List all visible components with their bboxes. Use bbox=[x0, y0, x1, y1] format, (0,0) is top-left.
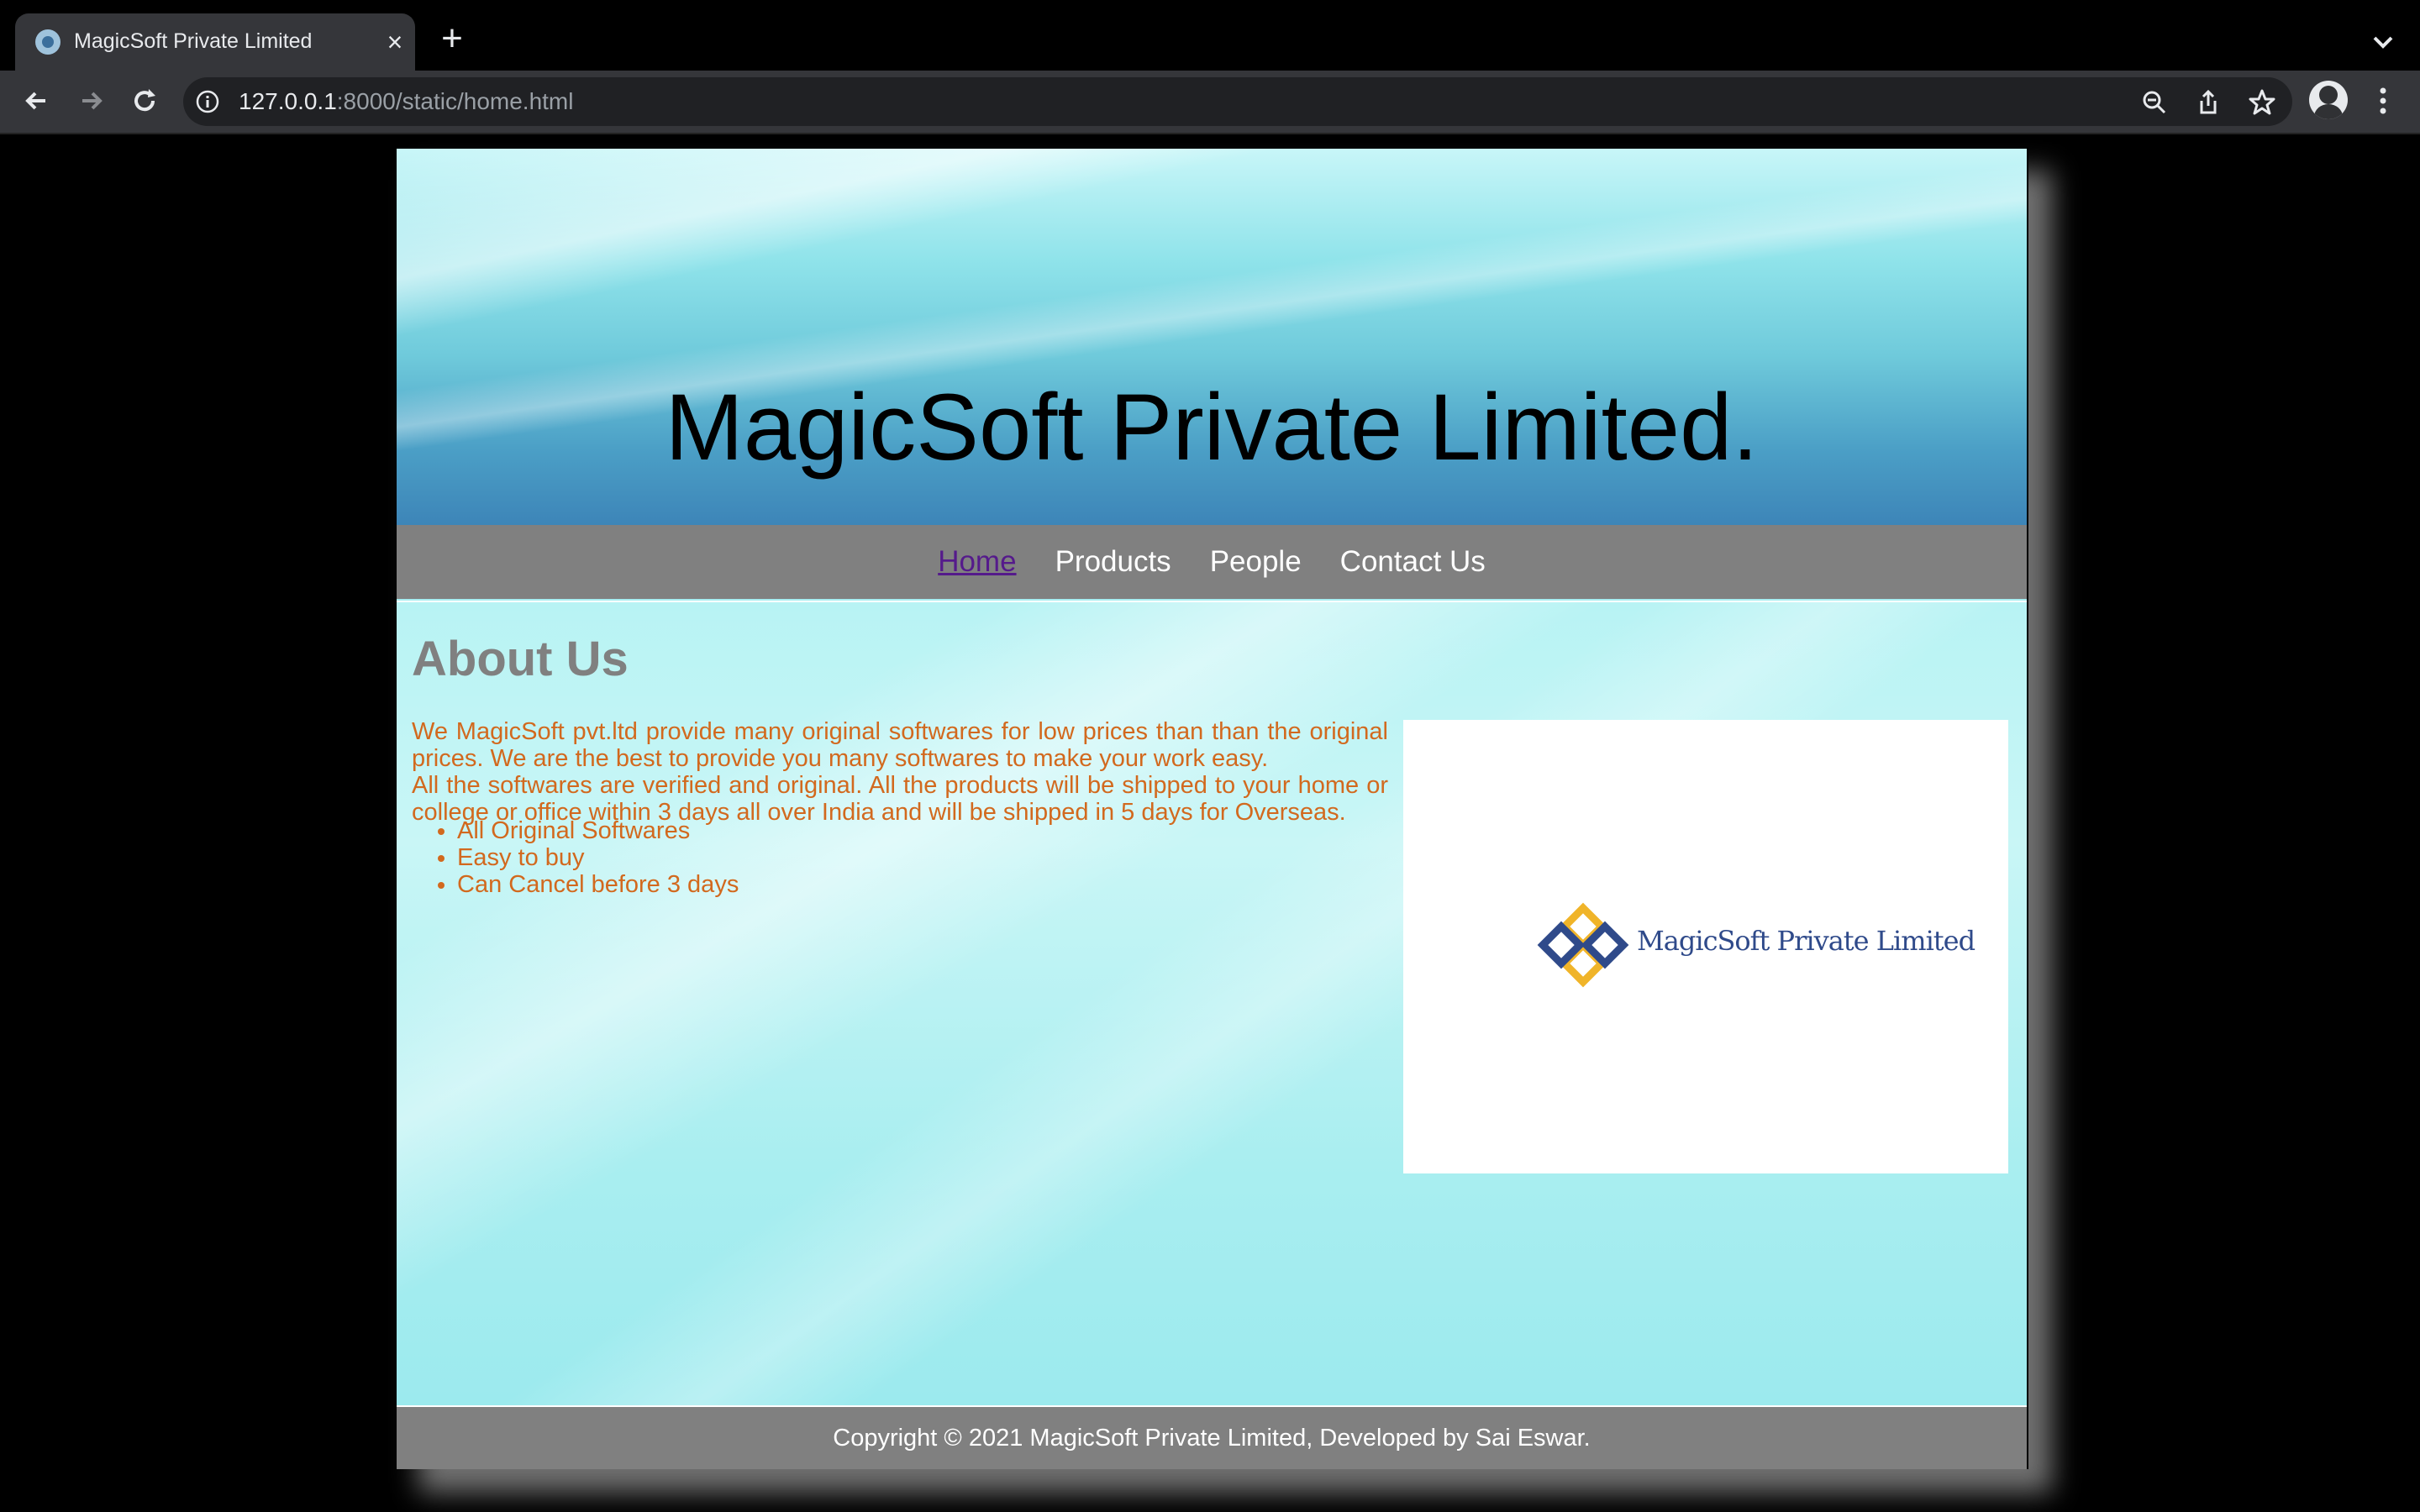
site-footer: Copyright © 2021 MagicSoft Private Limit… bbox=[397, 1405, 2027, 1469]
site-header: MagicSoft Private Limited. bbox=[397, 149, 2027, 525]
tab-strip: MagicSoft Private Limited × + bbox=[0, 0, 2420, 71]
avatar[interactable] bbox=[2309, 81, 2348, 119]
zoom-icon[interactable] bbox=[2139, 87, 2170, 118]
list-item: Can Cancel before 3 days bbox=[457, 871, 739, 898]
tab-title: MagicSoft Private Limited bbox=[74, 29, 313, 53]
feature-list: All Original Softwares Easy to buy Can C… bbox=[427, 817, 739, 898]
close-tab-icon[interactable]: × bbox=[378, 25, 412, 59]
new-tab-icon[interactable]: + bbox=[435, 20, 469, 57]
menu-icon[interactable] bbox=[2366, 82, 2400, 119]
about-paragraph: We MagicSoft pvt.ltd provide many origin… bbox=[412, 718, 1388, 772]
address-bar[interactable]: 127.0.0.1:8000/static/home.html bbox=[183, 77, 2292, 126]
list-item: Easy to buy bbox=[457, 844, 739, 871]
reload-icon[interactable] bbox=[126, 82, 163, 119]
favicon-icon bbox=[35, 29, 60, 55]
tab-search-chevron-icon[interactable] bbox=[2366, 25, 2400, 59]
nav-link-contact[interactable]: Contact Us bbox=[1340, 545, 1486, 579]
url-path: :8000/static/home.html bbox=[336, 88, 574, 114]
main-content: About Us We MagicSoft pvt.ltd provide ma… bbox=[397, 601, 2027, 1405]
site-title: MagicSoft Private Limited. bbox=[665, 375, 1759, 480]
url-host: 127.0.0.1 bbox=[239, 88, 337, 114]
site-container: MagicSoft Private Limited. Home Products… bbox=[395, 147, 2028, 1469]
page-viewport: MagicSoft Private Limited. Home Products… bbox=[0, 134, 2420, 1512]
nav-link-home[interactable]: Home bbox=[938, 545, 1016, 579]
about-text: We MagicSoft pvt.ltd provide many origin… bbox=[412, 718, 1388, 826]
company-logo-image: MagicSoft Private Limited bbox=[1403, 720, 2008, 1173]
logo-wordmark: MagicSoft Private Limited bbox=[1637, 925, 1975, 957]
about-heading: About Us bbox=[412, 632, 629, 686]
info-icon[interactable] bbox=[195, 89, 220, 114]
browser-tab[interactable]: MagicSoft Private Limited × bbox=[15, 13, 415, 71]
share-icon[interactable] bbox=[2193, 87, 2223, 118]
back-icon[interactable] bbox=[18, 82, 55, 119]
nav-link-products[interactable]: Products bbox=[1055, 545, 1171, 579]
copyright-text: Copyright © 2021 MagicSoft Private Limit… bbox=[833, 1424, 1591, 1452]
main-nav: Home Products People Contact Us bbox=[397, 525, 2027, 599]
forward-icon[interactable] bbox=[72, 82, 109, 119]
logo-mark-icon bbox=[1537, 902, 1629, 988]
url-text[interactable]: 127.0.0.1:8000/static/home.html bbox=[239, 88, 573, 115]
nav-link-people[interactable]: People bbox=[1210, 545, 1302, 579]
star-icon[interactable] bbox=[2247, 87, 2277, 118]
browser-toolbar: 127.0.0.1:8000/static/home.html bbox=[0, 71, 2420, 133]
list-item: All Original Softwares bbox=[457, 817, 739, 844]
